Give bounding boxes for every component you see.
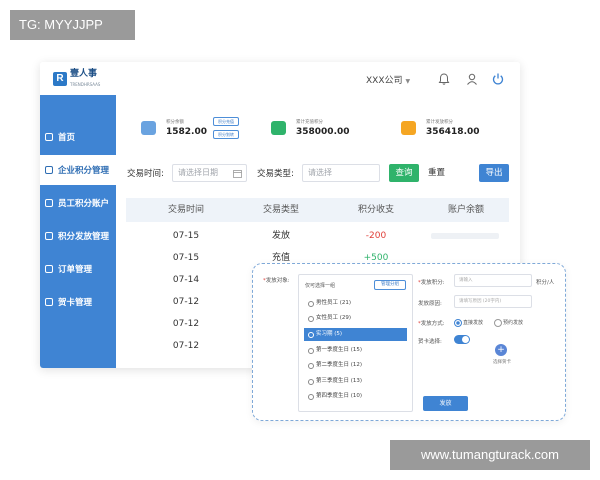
top-left-tag: TG: MYYJJPP <box>10 10 135 40</box>
stat-label: 积分余额 <box>166 120 184 125</box>
stat-recharged: 累计充值积分 358000.00 <box>271 113 350 143</box>
date-input-placeholder: 请选择日期 <box>178 168 218 177</box>
manage-groups-button[interactable]: 管理分组 <box>374 280 406 290</box>
logo-title: 壹人事 <box>70 68 98 79</box>
stat-value: 1582.00 <box>166 127 207 137</box>
cell-date: 07-12 <box>172 341 200 351</box>
cell-type: 发放 <box>271 231 290 241</box>
date-filter-label: 交易时间: <box>127 169 164 179</box>
logo-subtitle: TRENDHRSAAS <box>70 81 101 87</box>
group-item[interactable]: 第一季度生日 (15) <box>304 344 407 357</box>
table-header: 交易时间 交易类型 积分收支 账户余额 <box>126 198 509 222</box>
sidebar-item-label: 员工积分账户 <box>58 199 110 209</box>
column-header: 积分收支 <box>357 205 394 215</box>
type-select-placeholder: 请选择 <box>308 168 332 177</box>
column-header: 交易时间 <box>167 205 204 215</box>
plus-icon: + <box>495 344 507 356</box>
points-unit: 积分/人 <box>536 280 555 286</box>
reason-input[interactable]: 请填写原因 (20字内) <box>454 295 532 308</box>
group-item[interactable]: 女性员工 (29) <box>304 312 407 325</box>
reason-label: 发放原因: <box>418 301 442 307</box>
gift-icon <box>401 121 416 135</box>
cell-date: 07-15 <box>172 253 200 263</box>
building-icon <box>45 166 53 174</box>
power-icon[interactable] <box>491 72 505 86</box>
order-icon <box>45 265 53 273</box>
transfer-button[interactable]: 积分划转 <box>213 130 239 139</box>
distribute-dialog: *发放对象: 仅可选择一组 管理分组 男性员工 (21) 女性员工 (29) 实… <box>252 263 566 421</box>
column-header: 账户余额 <box>447 205 484 215</box>
sidebar-item-label: 首页 <box>58 133 76 143</box>
reset-button[interactable]: 重置 <box>428 164 448 182</box>
picker-hint: 仅可选择一组 <box>305 283 336 289</box>
group-item-selected[interactable]: 实习期 (5) <box>304 328 407 341</box>
cell-date: 07-12 <box>172 297 200 307</box>
method-direct-radio[interactable]: 直接发放 <box>454 319 483 327</box>
watermark: www.tumangturack.com <box>390 440 590 470</box>
home-icon <box>45 133 53 141</box>
stat-label: 累计充值积分 <box>296 120 323 125</box>
points-input[interactable]: 请输入 <box>454 274 532 287</box>
sidebar-item-enterprise-points[interactable]: 企业积分管理 <box>40 155 116 185</box>
chevron-down-icon: ▼ <box>405 78 411 85</box>
type-filter-label: 交易类型: <box>257 169 294 179</box>
sidebar-item-distribution[interactable]: 积分发放管理 <box>40 221 116 251</box>
card-icon <box>45 298 53 306</box>
cell-date: 07-12 <box>172 319 200 329</box>
user-icon[interactable] <box>465 72 479 86</box>
sidebar-item-label: 企业积分管理 <box>58 166 110 176</box>
distribute-icon <box>45 232 53 240</box>
group-picker: 仅可选择一组 管理分组 男性员工 (21) 女性员工 (29) 实习期 (5) … <box>298 274 413 412</box>
wallet-icon <box>141 121 156 135</box>
group-item[interactable]: 男性员工 (21) <box>304 297 407 310</box>
recharge-icon <box>271 121 286 135</box>
sidebar-item-cards[interactable]: 贺卡管理 <box>40 287 116 317</box>
cell-balance <box>431 233 499 239</box>
card-select-area[interactable]: + 选择贺卡 <box>482 342 522 388</box>
sidebar-item-orders[interactable]: 订单管理 <box>40 254 116 284</box>
card-select-label: 选择贺卡 <box>493 360 511 365</box>
sidebar: 首页 企业积分管理 员工积分账户 积分发放管理 订单管理 贺卡管理 <box>40 95 116 368</box>
top-bar: R 壹人事 TRENDHRSAAS XXX公司 ▼ <box>40 62 520 95</box>
cell-date: 07-15 <box>172 231 200 241</box>
group-item[interactable]: 第四季度生日 (10) <box>304 390 407 403</box>
query-button[interactable]: 查询 <box>389 164 419 182</box>
send-button[interactable]: 发放 <box>423 396 468 411</box>
column-header: 交易类型 <box>262 205 299 215</box>
calendar-icon <box>233 170 242 178</box>
logo: R 壹人事 TRENDHRSAAS <box>53 68 101 87</box>
logo-mark-icon: R <box>53 72 67 86</box>
stat-value: 358000.00 <box>296 127 350 137</box>
stat-distributed: 累计发放积分 356418.00 <box>401 113 480 143</box>
stat-balance: 积分余额 1582.00 <box>141 113 207 143</box>
sidebar-item-label: 积分发放管理 <box>58 232 110 242</box>
date-input[interactable]: 请选择日期 <box>172 164 247 182</box>
cell-amount: -200 <box>365 231 387 241</box>
account-icon <box>45 199 53 207</box>
cell-date: 07-14 <box>172 275 200 285</box>
group-item[interactable]: 第三季度生日 (13) <box>304 375 407 388</box>
table-row: 07-15 发放 -200 <box>126 225 509 247</box>
bell-icon[interactable] <box>437 72 451 86</box>
stat-value: 356418.00 <box>426 127 480 137</box>
card-label: 贺卡选择: <box>418 339 442 345</box>
method-scheduled-radio[interactable]: 预约发放 <box>494 319 523 327</box>
sidebar-item-home[interactable]: 首页 <box>40 122 116 152</box>
type-select[interactable]: 请选择 <box>302 164 380 182</box>
stat-label: 累计发放积分 <box>426 120 453 125</box>
export-button[interactable]: 导出 <box>479 164 509 182</box>
recharge-button[interactable]: 积分充值 <box>213 117 239 126</box>
company-name: XXX公司 <box>366 76 403 86</box>
sidebar-item-label: 订单管理 <box>58 265 93 275</box>
sidebar-item-employee-accounts[interactable]: 员工积分账户 <box>40 188 116 218</box>
sidebar-item-label: 贺卡管理 <box>58 298 93 308</box>
group-item[interactable]: 第二季度生日 (12) <box>304 359 407 372</box>
card-toggle[interactable] <box>454 335 470 344</box>
method-label: *发放方式: <box>418 321 445 327</box>
target-label: *发放对象: <box>263 278 290 284</box>
points-label: *发放积分: <box>418 280 445 286</box>
company-selector[interactable]: XXX公司 ▼ <box>366 73 410 86</box>
